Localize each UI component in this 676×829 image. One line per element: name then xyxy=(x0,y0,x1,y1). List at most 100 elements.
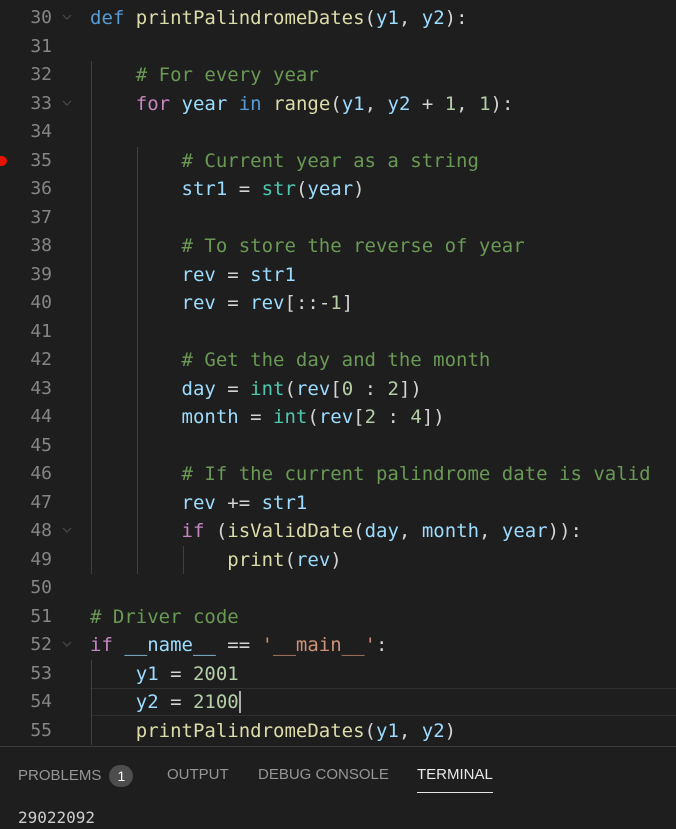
problems-count-badge: 1 xyxy=(109,765,134,787)
code-line[interactable]: 43 day = int(rev[0 : 2]) xyxy=(0,375,676,403)
line-number: 51 xyxy=(30,605,52,627)
code-token: ( xyxy=(215,520,228,542)
code-line[interactable]: 30 def printPalindromeDates(y1, y2): xyxy=(0,4,676,32)
code-text[interactable]: printPalindromeDates(y1, y2) xyxy=(90,717,456,745)
code-line[interactable]: 46 # If the current palindrome date is v… xyxy=(0,460,676,488)
line-number: 49 xyxy=(30,548,52,570)
code-token: [::- xyxy=(284,292,331,314)
code-line[interactable]: 52 if __name__ == '__main__': xyxy=(0,631,676,659)
code-text[interactable]: print(rev) xyxy=(90,546,341,574)
code-editor[interactable]: 30 def printPalindromeDates(y1, y2): 31 32 … xyxy=(0,0,676,746)
code-text[interactable]: def printPalindromeDates(y1, y2): xyxy=(90,4,468,32)
code-token: # If the current palindrome date is vali… xyxy=(181,463,651,485)
code-text[interactable]: if (isValidDate(day, month, year)): xyxy=(90,517,582,545)
code-line[interactable]: 39 rev = str1 xyxy=(0,261,676,289)
code-text[interactable]: # Get the day and the month xyxy=(90,346,491,374)
line-number: 33 xyxy=(30,92,52,114)
code-token: = xyxy=(215,292,251,314)
fold-chevron-icon[interactable] xyxy=(62,98,72,108)
tab-debug-console[interactable]: DEBUG CONSOLE xyxy=(258,765,389,793)
code-line[interactable]: 34 xyxy=(0,118,676,146)
code-line[interactable]: 51 # Driver code xyxy=(0,603,676,631)
code-text[interactable]: month = int(rev[2 : 4]) xyxy=(90,403,445,431)
code-line[interactable]: 55 printPalindromeDates(y1, y2) xyxy=(0,717,676,745)
terminal-output[interactable]: 29022092 xyxy=(18,808,95,827)
code-token: y1 xyxy=(135,662,159,685)
code-token: day xyxy=(364,520,399,542)
code-text[interactable]: day = int(rev[0 : 2]) xyxy=(90,375,422,403)
code-line[interactable]: 32 # For every year xyxy=(0,61,676,89)
line-number: 35 xyxy=(30,149,52,171)
code-text[interactable]: # For every year xyxy=(90,61,319,89)
code-line[interactable]: 37 xyxy=(0,204,676,232)
code-token: , xyxy=(364,92,388,115)
code-line[interactable]: 36 str1 = str(year) xyxy=(0,175,676,203)
code-text[interactable]: rev = str1 xyxy=(90,261,296,289)
code-line[interactable]: 38 # To store the reverse of year xyxy=(0,232,676,260)
code-line[interactable]: 42 # Get the day and the month xyxy=(0,346,676,374)
fold-chevron-icon[interactable] xyxy=(62,12,72,22)
code-line[interactable]: 48 if (isValidDate(day, month, year)): xyxy=(0,517,676,545)
tab-problems[interactable]: PROBLEMS 1 xyxy=(18,765,134,793)
code-token: = xyxy=(158,662,193,685)
code-line[interactable]: 41 xyxy=(0,318,676,346)
line-number: 32 xyxy=(30,64,52,85)
code-token: 2001 xyxy=(192,662,239,685)
code-token: y1 xyxy=(376,719,399,742)
tab-terminal[interactable]: TERMINAL xyxy=(417,765,493,793)
code-token: 2100 xyxy=(192,691,239,713)
code-line[interactable]: 31 xyxy=(0,33,676,61)
tab-output[interactable]: OUTPUT xyxy=(167,765,229,793)
code-line[interactable]: 53 y1 = 2001 xyxy=(0,660,676,688)
code-line[interactable]: 45 xyxy=(0,432,676,460)
line-number: 44 xyxy=(30,406,52,427)
code-token: 2 xyxy=(364,406,377,428)
code-text[interactable]: # To store the reverse of year xyxy=(90,232,525,260)
code-text[interactable]: # If the current palindrome date is vali… xyxy=(90,460,651,488)
code-token: [ xyxy=(353,406,365,428)
line-number: 55 xyxy=(30,719,52,741)
code-text[interactable]: y1 = 2001 xyxy=(90,660,239,688)
code-text[interactable]: if __name__ == '__main__': xyxy=(90,631,387,659)
code-token: , xyxy=(479,520,502,542)
code-text[interactable]: # Driver code xyxy=(90,603,239,631)
code-token: ) xyxy=(353,178,365,200)
code-text[interactable]: rev = rev[::-1] xyxy=(90,289,354,317)
line-number: 46 xyxy=(30,463,52,484)
code-token: printPalindromeDates xyxy=(135,719,365,742)
code-token: + xyxy=(410,92,445,115)
code-token: in xyxy=(227,92,274,115)
code-token: month xyxy=(181,406,239,428)
code-line[interactable]: 44 month = int(rev[2 : 4]) xyxy=(0,403,676,431)
line-number: 54 xyxy=(30,691,52,712)
code-text[interactable]: str1 = str(year) xyxy=(90,175,365,203)
code-line[interactable]: 40 rev = rev[::-1] xyxy=(0,289,676,317)
code-token: int xyxy=(250,377,285,400)
code-token: ): xyxy=(444,7,468,29)
code-text[interactable]: for year in range(y1, y2 + 1, 1): xyxy=(90,90,514,118)
code-line[interactable]: 33 for year in range(y1, y2 + 1, 1): xyxy=(0,90,676,118)
line-number: 38 xyxy=(30,235,52,256)
code-line[interactable]: 47 rev += str1 xyxy=(0,489,676,517)
fold-chevron-icon[interactable] xyxy=(62,639,72,649)
code-line[interactable]: 35 # Current year as a string xyxy=(0,147,676,175)
tab-problems-label: PROBLEMS xyxy=(18,766,102,784)
fold-chevron-icon[interactable] xyxy=(62,525,72,535)
code-text[interactable]: y2 = 2100 xyxy=(90,688,239,716)
code-line[interactable]: 50 xyxy=(0,574,676,602)
code-line[interactable]: 49 print(rev) xyxy=(0,546,676,574)
code-line[interactable]: 54 y2 = 2100 xyxy=(0,688,676,716)
code-text[interactable]: rev += str1 xyxy=(90,489,308,517)
code-text[interactable]: # Current year as a string xyxy=(90,147,479,175)
tab-terminal-label: TERMINAL xyxy=(417,766,493,783)
